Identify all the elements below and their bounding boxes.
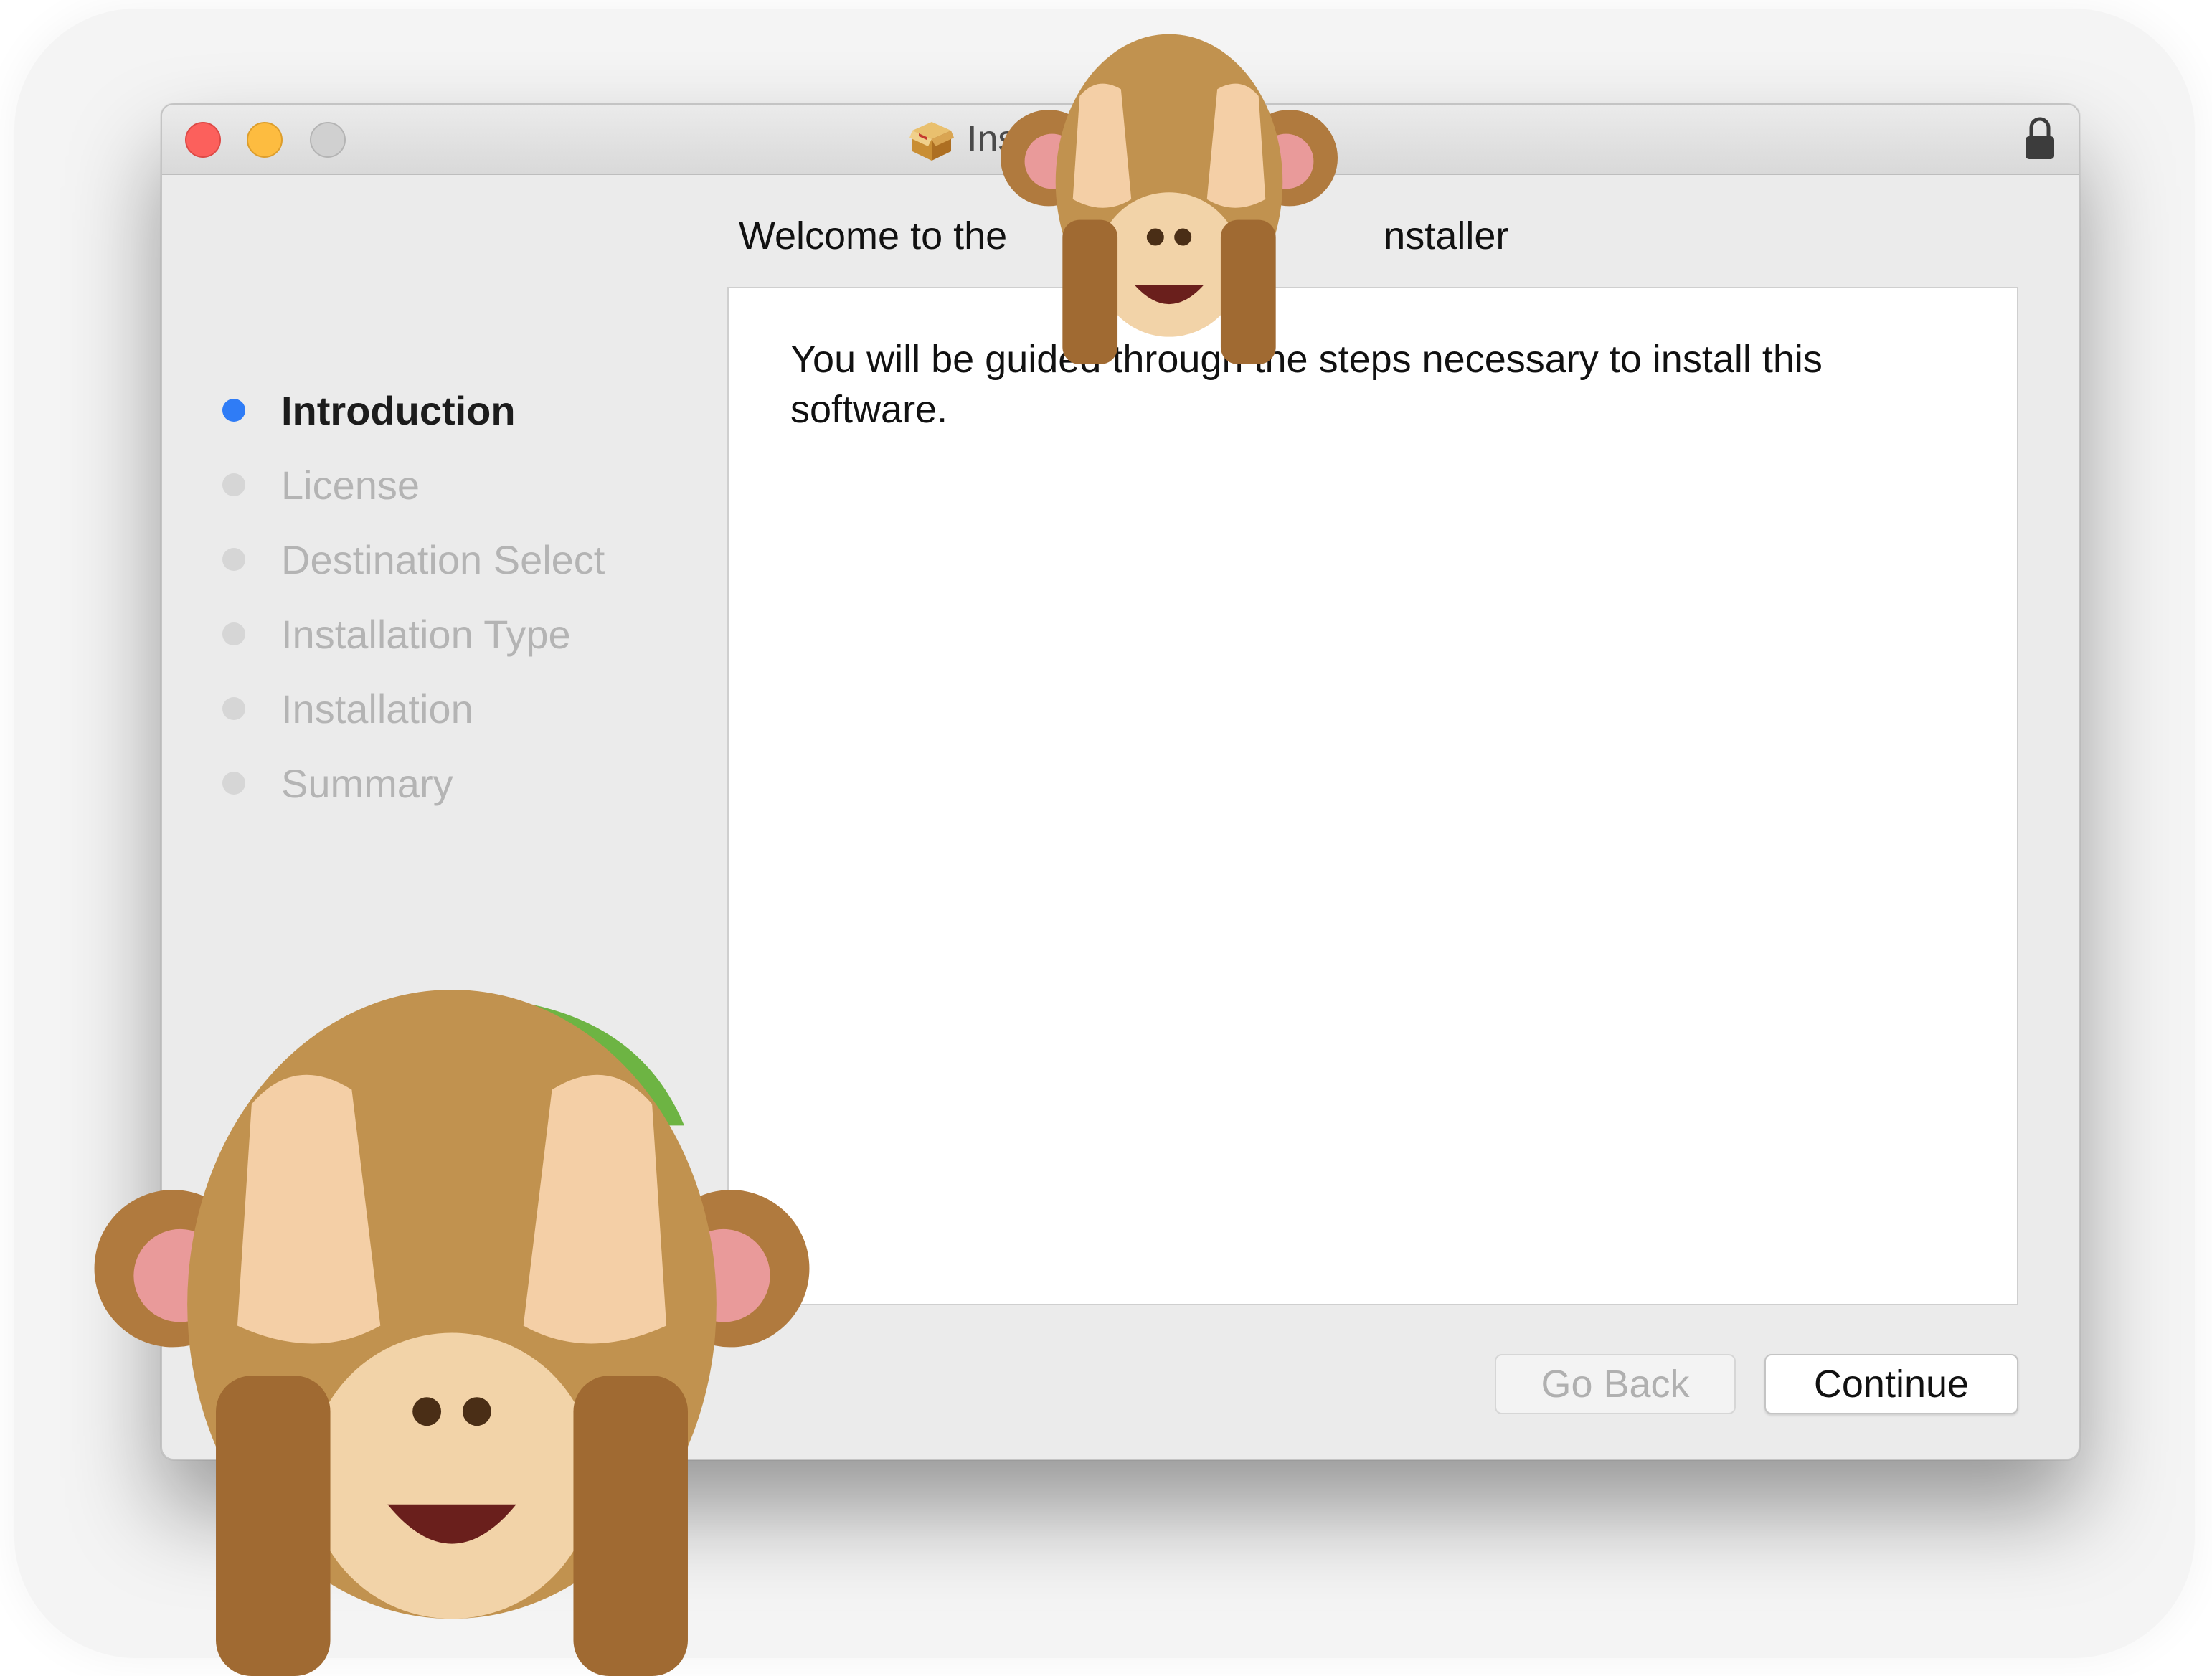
- step-destination-select: Destination Select: [222, 531, 605, 588]
- step-label: Introduction: [281, 387, 516, 433]
- close-button[interactable]: [185, 122, 221, 158]
- step-label: Installation: [281, 686, 473, 732]
- step-license: License: [222, 456, 420, 513]
- step-installation: Installation: [222, 680, 473, 737]
- step-indicator: [222, 772, 245, 795]
- step-label: Summary: [281, 760, 453, 806]
- step-summary: Summary: [222, 754, 453, 812]
- content-pane: You will be guided through the steps nec…: [727, 287, 2018, 1305]
- step-installation-type: Installation Type: [222, 605, 571, 663]
- see-no-evil-monkey-icon: [1001, 34, 1338, 364]
- minimize-button[interactable]: [247, 122, 283, 158]
- lock-icon[interactable]: [2023, 115, 2057, 162]
- step-label: Destination Select: [281, 536, 605, 582]
- step-introduction: Introduction: [222, 382, 516, 439]
- see-no-evil-monkey-icon: [94, 989, 810, 1676]
- package-icon: [909, 122, 954, 161]
- continue-button[interactable]: Continue: [1764, 1354, 2018, 1414]
- intro-text: You will be guided through the steps nec…: [790, 338, 1823, 431]
- step-label: Installation Type: [281, 611, 571, 657]
- step-indicator: [222, 473, 245, 496]
- zoom-button: [310, 122, 346, 158]
- step-indicator: [222, 697, 245, 720]
- step-label: License: [281, 462, 420, 508]
- current-step-indicator: [222, 399, 245, 422]
- go-back-button: Go Back: [1495, 1354, 1736, 1414]
- step-indicator: [222, 548, 245, 571]
- step-indicator: [222, 622, 245, 645]
